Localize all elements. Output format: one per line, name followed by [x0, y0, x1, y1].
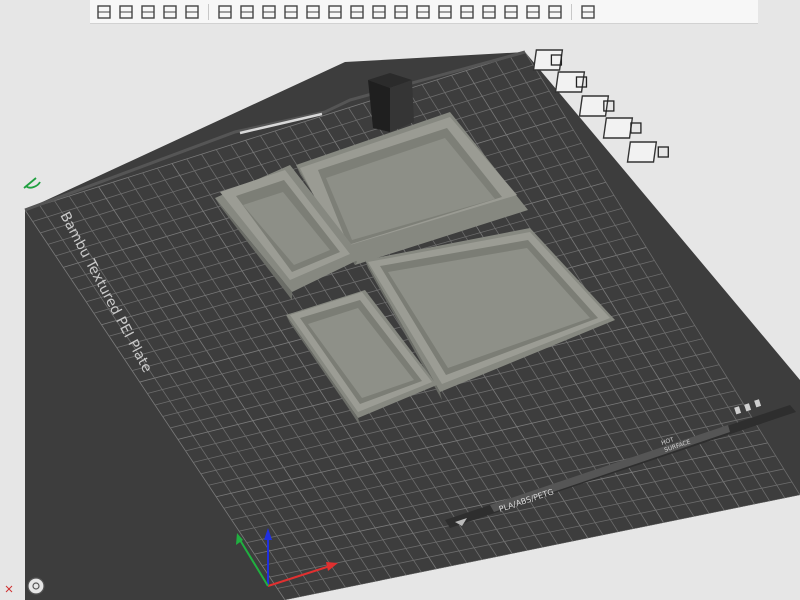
lock-plate-icon[interactable] — [602, 117, 642, 139]
3d-viewport[interactable]: PLA/ABS/PETG HOT SURFACE Bambu Textured … — [0, 0, 800, 600]
edit-plate-name-icon[interactable] — [23, 177, 41, 189]
origin-marker-icon — [5, 585, 13, 593]
arrange-plate-icon[interactable] — [578, 95, 615, 117]
orient-plate-icon[interactable] — [554, 71, 588, 93]
plate-settings-icon[interactable] — [626, 141, 669, 163]
close-plate-icon[interactable] — [532, 49, 564, 71]
zoom-to-fit-icon[interactable] — [27, 577, 45, 595]
prime-tower — [368, 73, 414, 132]
